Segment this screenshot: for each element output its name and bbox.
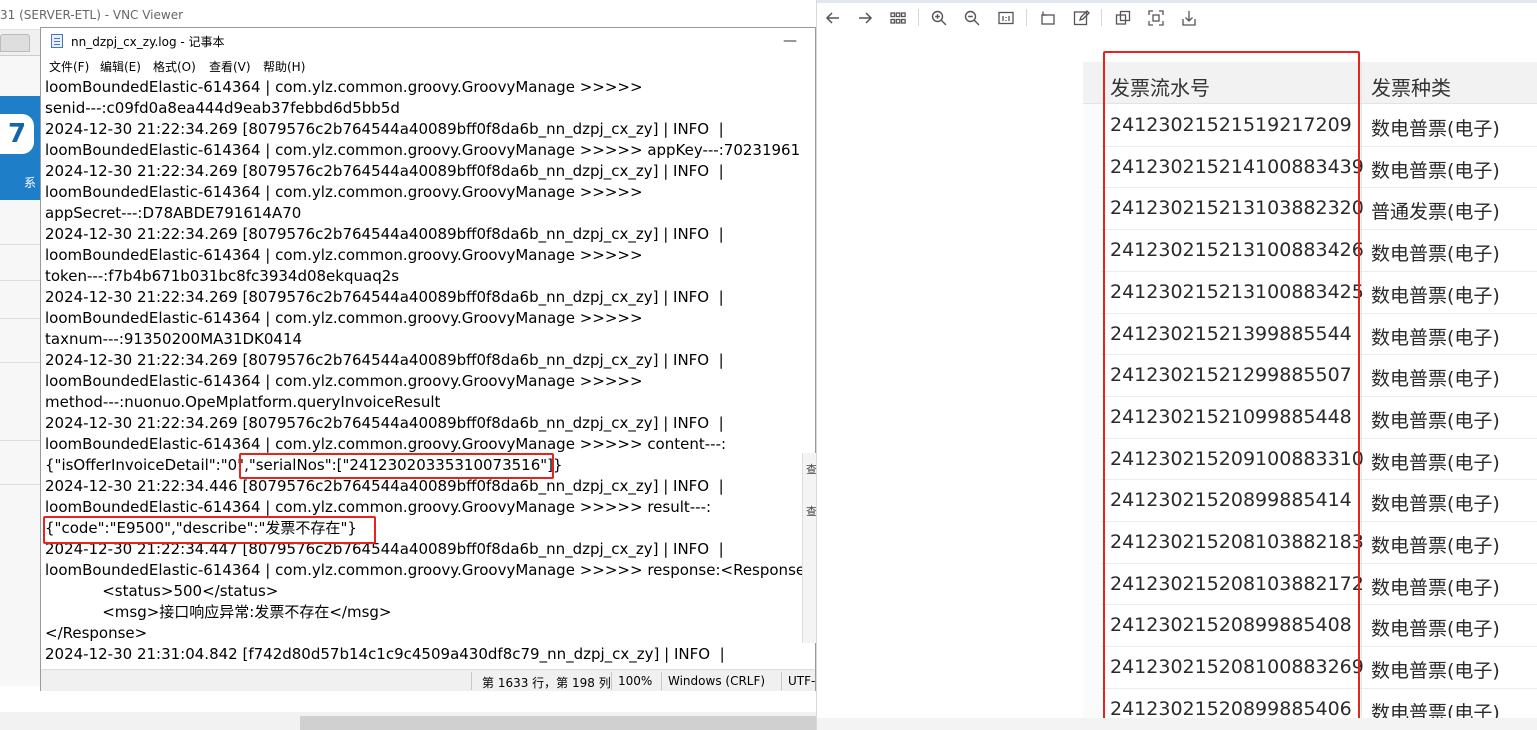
image-viewer: 发票流水号 发票种类 24123021521519217209 数电普票(电子) 2… — [816, 0, 1537, 730]
invoice-type-cell: 数电普票(电子) — [1371, 535, 1500, 557]
log-line: taxnum---:91350200MA31DK0414 — [45, 330, 303, 348]
toolbar-separator — [918, 9, 919, 26]
toolbar-separator — [1026, 9, 1027, 26]
notepad-statusbar: 第 1633 行，第 198 列 100% Windows (CRLF) UTF… — [41, 669, 815, 691]
zoom-out-icon[interactable] — [960, 6, 984, 30]
copy-icon[interactable] — [1111, 6, 1135, 30]
menu-file[interactable]: 文件(F) — [49, 58, 89, 75]
log-line: <status>500</status> — [45, 582, 279, 600]
log-line: 2024-12-30 21:22:34.269 [8079576c2b76454… — [45, 120, 724, 138]
divider — [0, 362, 40, 363]
error-result-highlight — [43, 516, 376, 544]
invoice-type-cell: 数电普票(电子) — [1371, 452, 1500, 474]
fit-screen-icon[interactable] — [1144, 6, 1168, 30]
log-line: 2024-12-30 21:22:34.269 [8079576c2b76454… — [45, 162, 724, 180]
notepad-title: nn_dzpj_cx_zy.log - 记事本 — [71, 35, 225, 49]
toolbar-separator — [1101, 9, 1102, 26]
log-line: loomBoundedElastic-614364 | com.ylz.comm… — [45, 561, 811, 579]
vnc-window-title: 31 (SERVER-ETL) - VNC Viewer — [0, 8, 184, 22]
cursor-position: 第 1633 行，第 198 列 — [482, 676, 611, 690]
viewer-top-edge — [817, 0, 1537, 3]
side-panel-stub: 查 查 — [802, 453, 817, 643]
zoom-level: 100% — [618, 674, 653, 688]
divider — [0, 318, 40, 319]
divider — [0, 484, 40, 485]
log-line: loomBoundedElastic-614364 | com.ylz.comm… — [45, 141, 801, 159]
horizontal-scrollbar[interactable] — [300, 716, 816, 730]
invoice-type-cell: 数电普票(电子) — [1371, 618, 1500, 640]
invoice-type-cell: 数电普票(电子) — [1371, 660, 1500, 682]
back-icon[interactable] — [821, 6, 845, 30]
log-line: appSecret---:D78ABDE791614A70 — [45, 204, 302, 222]
notepad-text-area[interactable]: loomBoundedElastic-614364 | com.ylz.comm… — [45, 77, 811, 663]
menu-edit[interactable]: 编辑(E) — [100, 58, 141, 75]
menu-format[interactable]: 格式(O) — [153, 58, 196, 75]
log-line: <msg>接口响应异常:发票不存在</msg> — [45, 603, 392, 621]
log-line: senid---:c09fd0a8ea444d9eab37febbd6d5bb5… — [45, 99, 400, 117]
log-line: method---:nuonuo.OpeMplatform.queryInvoi… — [45, 393, 441, 411]
grid-icon[interactable] — [886, 6, 910, 30]
log-line: loomBoundedElastic-614364 | com.ylz.comm… — [45, 183, 643, 201]
vnc-titlebar: 31 (SERVER-ETL) - VNC Viewer — [0, 0, 816, 30]
log-line: 2024-12-30 21:22:34.446 [8079576c2b76454… — [45, 477, 724, 495]
invoice-type-cell: 数电普票(电子) — [1371, 285, 1500, 307]
serialnos-highlight — [239, 453, 554, 479]
menu-view[interactable]: 查看(V) — [209, 58, 251, 75]
invoice-type-cell: 数电普票(电子) — [1371, 160, 1500, 182]
minimize-button[interactable]: — — [777, 30, 803, 52]
status-separator — [471, 672, 472, 690]
log-line: 2024-12-30 21:22:34.269 [8079576c2b76454… — [45, 225, 724, 243]
status-separator — [611, 672, 612, 690]
log-line: loomBoundedElastic-614364 | com.ylz.comm… — [45, 498, 712, 516]
log-line: </Response> — [45, 624, 148, 642]
encoding: UTF- — [788, 674, 816, 688]
save-icon[interactable] — [1177, 6, 1201, 30]
log-line: 2024-12-30 21:22:34.269 [8079576c2b76454… — [45, 414, 724, 432]
divider — [0, 440, 40, 441]
invoice-type-cell: 数电普票(电子) — [1371, 702, 1500, 718]
log-line: 2024-12-30 21:22:34.269 [8079576c2b76454… — [45, 288, 724, 306]
log-line: token---:f7b4b671b031bc8fc3934d08ekquaq2… — [45, 267, 400, 285]
notepad-menubar: 文件(F) 编辑(E) 格式(O) 查看(V) 帮助(H) — [41, 54, 815, 76]
log-line: 2024-12-30 21:31:04.842 [f742d80d57b14c1… — [45, 645, 725, 663]
invoice-type-cell: 数电普票(电子) — [1371, 368, 1500, 390]
log-line: loomBoundedElastic-614364 | com.ylz.comm… — [45, 372, 643, 390]
log-line: loomBoundedElastic-614364 | com.ylz.comm… — [45, 78, 643, 96]
header-invoice-type: 发票种类 — [1371, 76, 1451, 100]
status-separator — [661, 672, 662, 690]
screen: 31 (SERVER-ETL) - VNC Viewer 7 系 nn_dzpj… — [0, 0, 1537, 730]
notepad-titlebar[interactable]: nn_dzpj_cx_zy.log - 记事本 — — [41, 28, 815, 54]
background-tab[interactable] — [0, 34, 30, 52]
divider — [0, 280, 40, 281]
log-line: loomBoundedElastic-614364 | com.ylz.comm… — [45, 309, 643, 327]
forward-icon[interactable] — [853, 6, 877, 30]
log-line: loomBoundedElastic-614364 | com.ylz.comm… — [45, 435, 727, 453]
table-left-margin — [1083, 104, 1101, 718]
log-line: 2024-12-30 21:22:34.269 [8079576c2b76454… — [45, 351, 724, 369]
line-ending: Windows (CRLF) — [668, 674, 766, 688]
divider — [0, 244, 40, 245]
status-separator — [781, 672, 782, 690]
actual-size-icon[interactable] — [994, 6, 1018, 30]
zoom-in-icon[interactable] — [927, 6, 951, 30]
invoice-type-cell: 数电普票(电子) — [1371, 493, 1500, 515]
log-line: loomBoundedElastic-614364 | com.ylz.comm… — [45, 246, 643, 264]
invoice-type-cell: 数电普票(电子) — [1371, 410, 1500, 432]
desktop-icon-label: 系 — [24, 176, 37, 190]
edit-icon[interactable] — [1069, 6, 1093, 30]
invoice-type-cell: 数电普票(电子) — [1371, 577, 1500, 599]
rotate-icon[interactable] — [1036, 6, 1060, 30]
invoice-type-cell: 数电普票(电子) — [1371, 327, 1500, 349]
invoice-type-cell: 数电普票(电子) — [1371, 118, 1500, 140]
notepad-icon — [51, 34, 63, 48]
app-logo-icon: 7 — [0, 114, 34, 154]
invoice-type-cell: 普通发票(电子) — [1371, 201, 1500, 223]
notepad-window: nn_dzpj_cx_zy.log - 记事本 — 文件(F) 编辑(E) 格式… — [40, 27, 817, 691]
invoice-type-cell: 数电普票(电子) — [1371, 243, 1500, 265]
viewer-bottom-bar — [817, 718, 1537, 730]
serial-column-highlight — [1103, 51, 1360, 728]
menu-help[interactable]: 帮助(H) — [263, 58, 305, 75]
